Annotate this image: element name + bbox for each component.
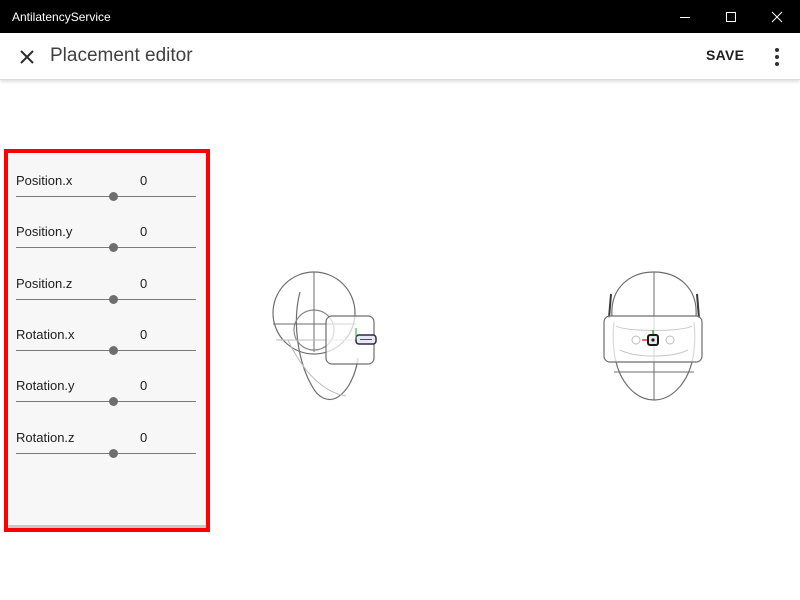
slider-thumb[interactable] xyxy=(109,243,118,252)
save-button[interactable]: SAVE xyxy=(706,47,744,63)
window-title: AntilatencyService xyxy=(12,10,111,24)
slider-value: 0 xyxy=(140,327,148,342)
front-view-preview xyxy=(596,262,712,410)
slider-label: Position.z xyxy=(16,276,73,291)
more-vertical-icon xyxy=(775,48,779,66)
head-front-view-icon xyxy=(603,271,703,401)
close-icon xyxy=(20,50,34,64)
head-side-view-icon xyxy=(272,271,377,401)
slider-position-z: Position.z 0 xyxy=(16,260,196,304)
slider-rotation-y: Rotation.y 0 xyxy=(16,362,196,406)
placement-controls-panel: Position.x 0 Position.y 0 Position.z 0 R… xyxy=(8,153,206,528)
slider-value: 0 xyxy=(140,224,148,239)
slider-track[interactable] xyxy=(16,453,196,454)
slider-track[interactable] xyxy=(16,299,196,300)
close-editor-button[interactable] xyxy=(14,44,40,70)
side-view-preview xyxy=(262,262,388,410)
slider-rotation-x: Rotation.x 0 xyxy=(16,311,196,355)
close-window-button[interactable] xyxy=(754,0,800,33)
slider-label: Position.x xyxy=(16,173,73,188)
minimize-icon xyxy=(680,16,690,18)
slider-rotation-z: Rotation.z 0 xyxy=(16,414,196,458)
slider-value: 0 xyxy=(140,378,148,393)
minimize-button[interactable] xyxy=(662,0,708,33)
slider-thumb[interactable] xyxy=(109,295,118,304)
slider-thumb[interactable] xyxy=(109,449,118,458)
slider-label: Rotation.y xyxy=(16,378,75,393)
maximize-icon xyxy=(726,11,736,22)
window-titlebar: AntilatencyService xyxy=(0,0,800,33)
maximize-button[interactable] xyxy=(708,0,754,33)
slider-position-y: Position.y 0 xyxy=(16,208,196,252)
slider-track[interactable] xyxy=(16,350,196,351)
slider-value: 0 xyxy=(140,173,148,188)
slider-label: Position.y xyxy=(16,224,73,239)
slider-thumb[interactable] xyxy=(109,346,118,355)
more-options-button[interactable] xyxy=(765,44,789,70)
slider-track[interactable] xyxy=(16,196,196,197)
slider-label: Rotation.x xyxy=(16,327,75,342)
slider-label: Rotation.z xyxy=(16,430,75,445)
slider-track[interactable] xyxy=(16,247,196,248)
slider-thumb[interactable] xyxy=(109,192,118,201)
slider-thumb[interactable] xyxy=(109,397,118,406)
slider-value: 0 xyxy=(140,276,148,291)
app-header: Placement editor SAVE xyxy=(0,33,800,80)
slider-track[interactable] xyxy=(16,401,196,402)
close-icon xyxy=(771,11,783,22)
slider-value: 0 xyxy=(140,430,148,445)
slider-position-x: Position.x 0 xyxy=(16,157,196,201)
page-title: Placement editor xyxy=(50,45,193,66)
